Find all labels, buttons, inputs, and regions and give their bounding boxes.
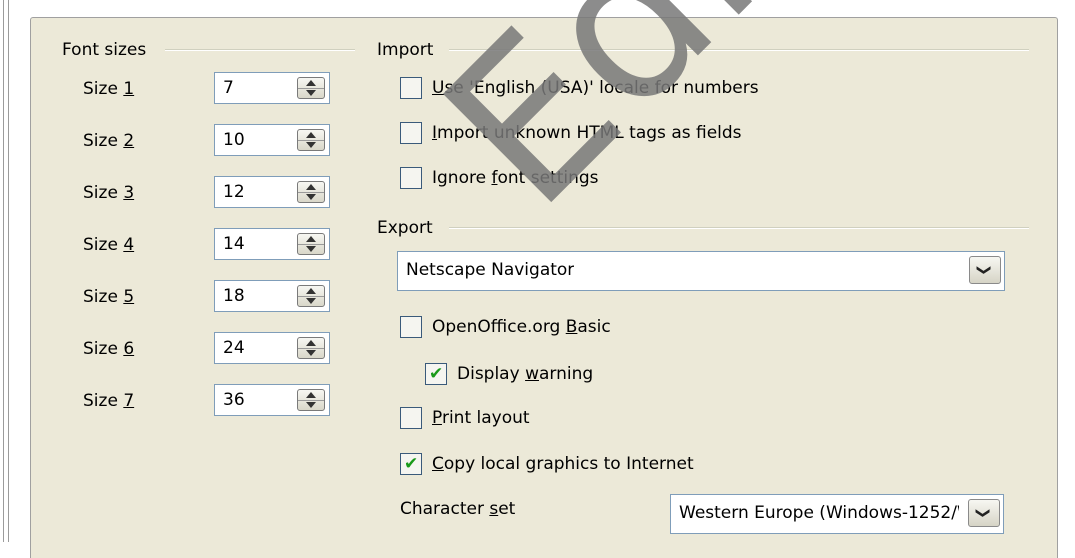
size-label: Size 2	[83, 131, 135, 151]
display-warning-label[interactable]: Display warning	[457, 363, 593, 385]
copy-local-graphics-checkbox[interactable]: ✔	[400, 453, 422, 475]
window-left-edge-line	[3, 0, 4, 542]
size-label: Size 3	[83, 183, 135, 203]
import-unknown-tags-checkbox[interactable]	[400, 122, 422, 144]
copy-local-graphics-label[interactable]: Copy local graphics to Internet	[432, 453, 694, 475]
arrow-up-icon	[306, 132, 316, 138]
import-rule	[449, 49, 1029, 51]
arrow-down-icon	[306, 402, 316, 408]
size-label: Size 7	[83, 391, 135, 411]
size-value: 14	[223, 234, 245, 254]
font-sizes-rule	[165, 49, 355, 51]
export-heading: Export	[377, 218, 433, 238]
arrow-down-icon	[306, 142, 316, 148]
arrow-down-icon	[306, 350, 316, 356]
print-layout-checkbox[interactable]	[400, 407, 422, 429]
arrow-up-icon	[306, 392, 316, 398]
ignore-font-settings-label[interactable]: Ignore font settings	[432, 167, 599, 189]
decrement-button[interactable]	[298, 244, 324, 254]
size-spinbox[interactable]: 10	[214, 124, 330, 156]
character-set-value: Western Europe (Windows-1252/WinLatin 1)	[679, 503, 959, 523]
chevron-down-icon: ❯	[974, 507, 991, 519]
chevron-down-icon: ❯	[975, 264, 992, 276]
export-rule	[449, 227, 1029, 229]
size-spinbox[interactable]: 14	[214, 228, 330, 260]
arrow-up-icon	[306, 236, 316, 242]
english-locale-label[interactable]: Use 'English (USA)' locale for numbers	[432, 77, 759, 99]
english-locale-checkbox[interactable]	[400, 77, 422, 99]
spin-button[interactable]	[297, 77, 325, 99]
arrow-up-icon	[306, 184, 316, 190]
size-value: 12	[223, 182, 245, 202]
size-spinbox[interactable]: 18	[214, 280, 330, 312]
openoffice-basic-checkbox[interactable]	[400, 316, 422, 338]
spin-button[interactable]	[297, 181, 325, 203]
arrow-up-icon	[306, 80, 316, 86]
decrement-button[interactable]	[298, 296, 324, 306]
size-label: Size 6	[83, 339, 135, 359]
arrow-down-icon	[306, 194, 316, 200]
character-set-dropdown-button[interactable]: ❯	[968, 499, 1000, 527]
spin-button[interactable]	[297, 337, 325, 359]
size-spinbox[interactable]: 7	[214, 72, 330, 104]
size-spinbox[interactable]: 24	[214, 332, 330, 364]
decrement-button[interactable]	[298, 348, 324, 358]
size-value: 24	[223, 338, 245, 358]
size-value: 7	[223, 78, 234, 98]
display-warning-checkbox[interactable]: ✔	[425, 363, 447, 385]
size-value: 10	[223, 130, 245, 150]
decrement-button[interactable]	[298, 88, 324, 98]
decrement-button[interactable]	[298, 400, 324, 410]
decrement-button[interactable]	[298, 192, 324, 202]
ignore-font-settings-checkbox[interactable]	[400, 167, 422, 189]
spin-button[interactable]	[297, 389, 325, 411]
size-value: 36	[223, 390, 245, 410]
character-set-label: Character set	[400, 499, 516, 519]
character-set-select[interactable]: Western Europe (Windows-1252/WinLatin 1)…	[670, 494, 1004, 534]
print-layout-label[interactable]: Print layout	[432, 407, 530, 429]
arrow-down-icon	[306, 246, 316, 252]
size-label: Size 4	[83, 235, 135, 255]
size-spinbox[interactable]: 12	[214, 176, 330, 208]
arrow-up-icon	[306, 340, 316, 346]
size-value: 18	[223, 286, 245, 306]
checkmark-icon: ✔	[429, 364, 444, 384]
openoffice-basic-label[interactable]: OpenOffice.org Basic	[432, 316, 611, 338]
size-spinbox[interactable]: 36	[214, 384, 330, 416]
arrow-down-icon	[306, 90, 316, 96]
arrow-up-icon	[306, 288, 316, 294]
browser-select-value: Netscape Navigator	[406, 260, 575, 280]
browser-select[interactable]: Netscape Navigator ❯	[397, 251, 1005, 291]
arrow-down-icon	[306, 298, 316, 304]
font-sizes-heading: Font sizes	[62, 40, 147, 60]
size-label: Size 5	[83, 287, 135, 307]
spin-button[interactable]	[297, 129, 325, 151]
spin-button[interactable]	[297, 285, 325, 307]
import-unknown-tags-label[interactable]: Import unknown HTML tags as fields	[432, 122, 742, 144]
browser-select-dropdown-button[interactable]: ❯	[969, 256, 1001, 284]
spin-button[interactable]	[297, 233, 325, 255]
decrement-button[interactable]	[298, 140, 324, 150]
checkmark-icon: ✔	[404, 454, 419, 474]
size-label: Size 1	[83, 79, 135, 99]
window-left-edge	[0, 0, 9, 542]
import-heading: Import	[377, 40, 434, 60]
